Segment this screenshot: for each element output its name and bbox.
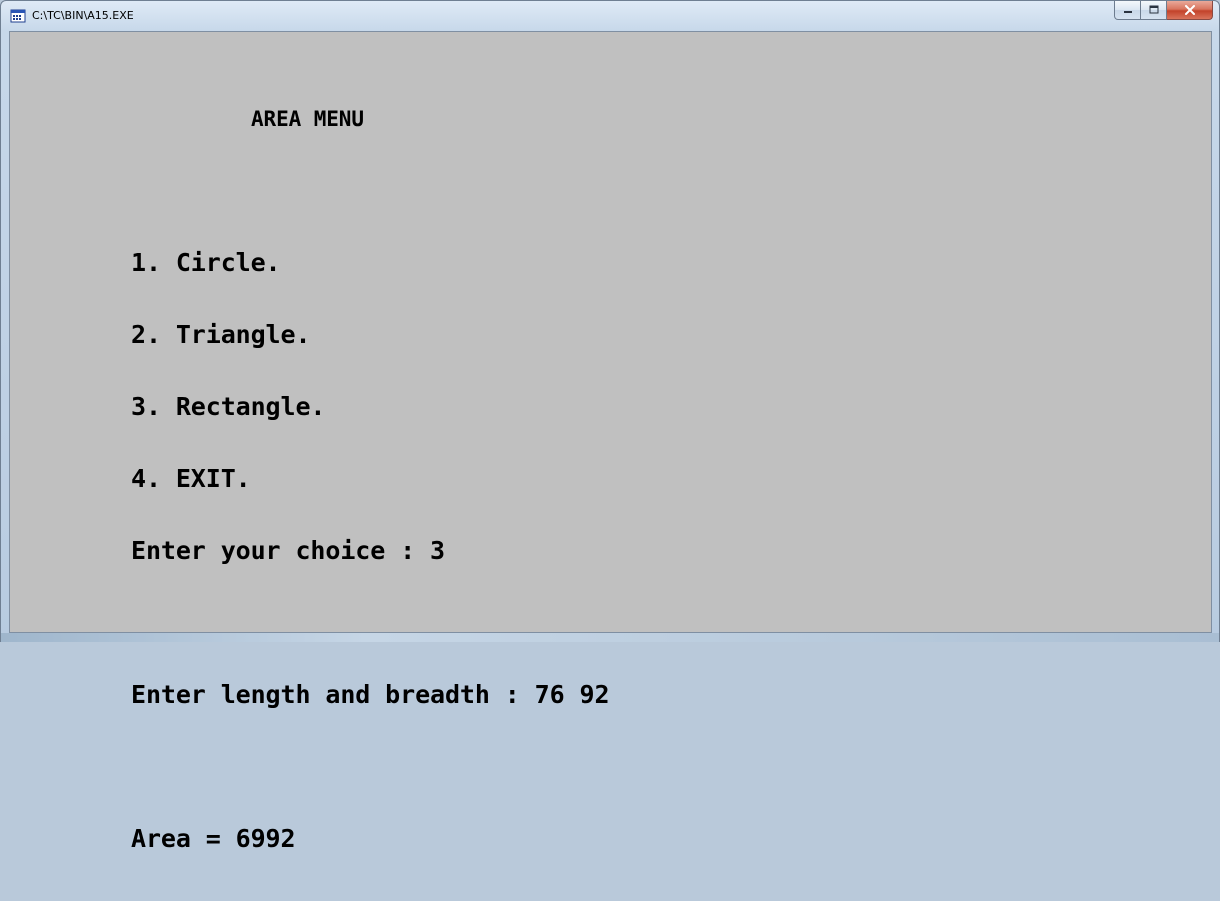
console-output: AREA MENU 1. Circle. 2. Triangle. 3. Rec… xyxy=(131,59,610,899)
maximize-icon xyxy=(1149,5,1158,14)
minimize-icon xyxy=(1123,11,1132,13)
dimensions-prompt: Enter length and breadth : 76 92 xyxy=(131,680,610,709)
title-bar[interactable]: C:\TC\BIN\A15.EXE xyxy=(1,1,1219,31)
area-result: Area = 6992 xyxy=(131,824,296,853)
menu-item-rectangle: 3. Rectangle. xyxy=(131,392,326,421)
choice-prompt: Enter your choice : 3 xyxy=(131,536,445,565)
menu-item-circle: 1. Circle. xyxy=(131,248,281,277)
window-title: C:\TC\BIN\A15.EXE xyxy=(32,9,134,22)
menu-item-triangle: 2. Triangle. xyxy=(131,320,311,349)
maximize-button[interactable] xyxy=(1141,1,1167,20)
menu-heading: AREA MENU xyxy=(251,107,364,131)
window-bottom-edge xyxy=(1,633,1219,642)
console-window: C:\TC\BIN\A15.EXE AREA MENU 1. Circle. 2… xyxy=(0,0,1220,851)
close-icon xyxy=(1184,5,1195,15)
dos-program-icon[interactable] xyxy=(10,8,26,24)
close-button[interactable] xyxy=(1167,1,1213,20)
minimize-button[interactable] xyxy=(1114,1,1141,20)
caption-buttons xyxy=(1114,1,1213,21)
menu-item-exit: 4. EXIT. xyxy=(131,464,251,493)
console-area[interactable]: AREA MENU 1. Circle. 2. Triangle. 3. Rec… xyxy=(9,31,1212,851)
